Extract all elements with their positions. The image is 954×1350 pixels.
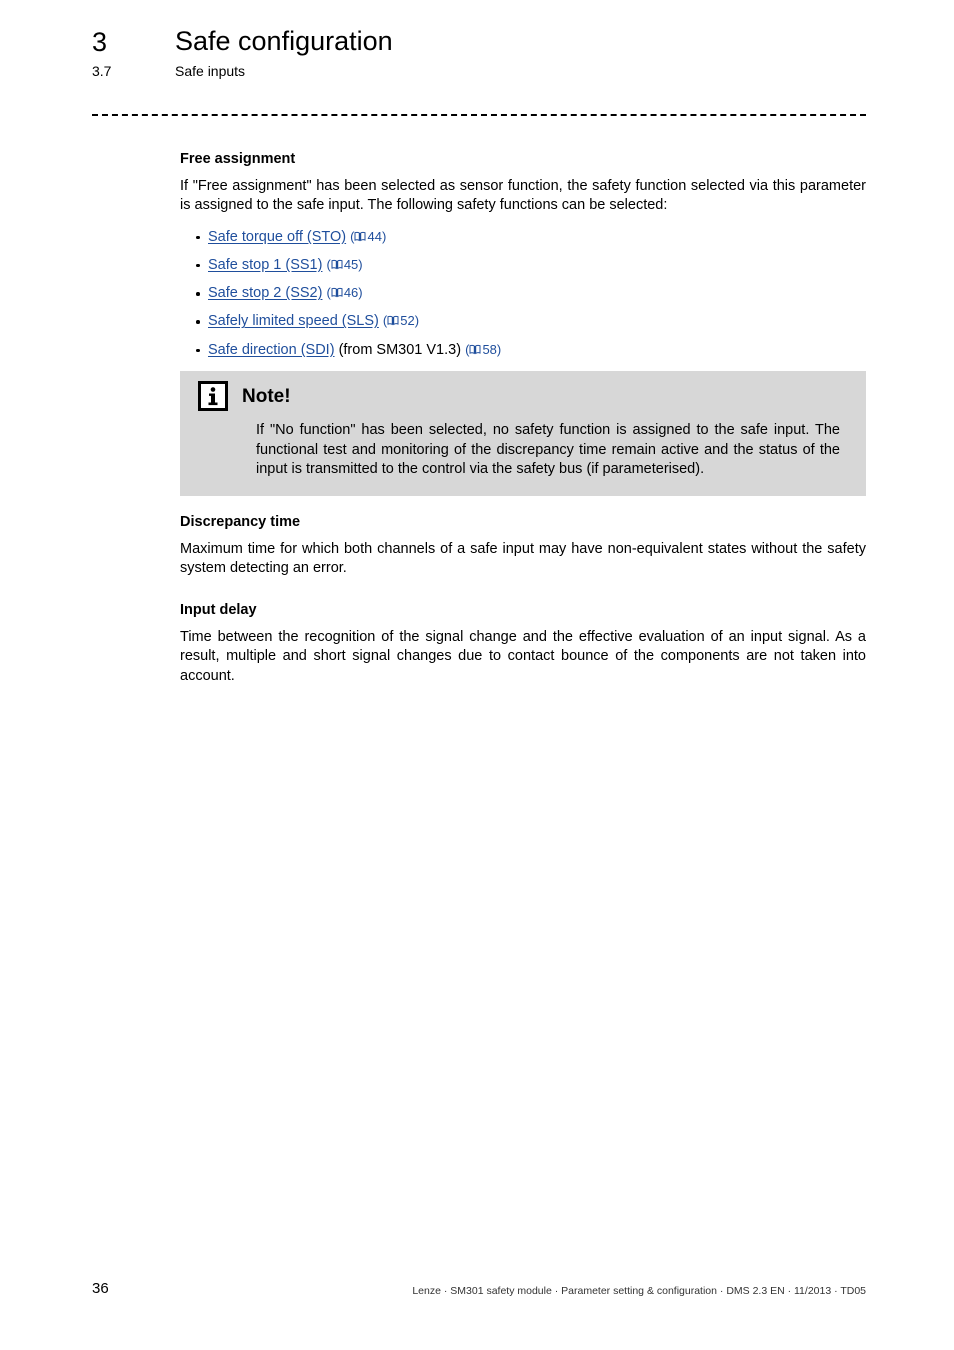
note-title: Note! bbox=[242, 385, 291, 407]
chapter-number: 3 bbox=[92, 27, 108, 57]
book-icon bbox=[387, 314, 399, 330]
section-number: 3.7 bbox=[92, 63, 112, 79]
page-reference-number: 45 bbox=[343, 256, 359, 272]
book-icon bbox=[331, 258, 343, 274]
page-reference-number: 52 bbox=[400, 313, 415, 329]
book-icon bbox=[331, 286, 343, 302]
section-input-delay: Input delay Time between the recognition… bbox=[180, 601, 866, 688]
link-safely-limited-speed[interactable]: Safely limited speed (SLS) bbox=[208, 313, 379, 329]
list-item: Safe stop 1 (SS1) (45) bbox=[180, 256, 866, 274]
link-safe-stop-2[interactable]: Safe stop 2 (SS2) bbox=[208, 285, 322, 301]
link-safe-torque-off[interactable]: Safe torque off (STO) bbox=[208, 229, 346, 245]
chapter-title: Safe configuration bbox=[175, 26, 393, 56]
discrepancy-time-paragraph: Maximum time for which both channels of … bbox=[180, 541, 866, 577]
header-divider bbox=[92, 114, 866, 116]
note-body: If "No function" has been selected, no s… bbox=[256, 422, 840, 478]
list-item: Safely limited speed (SLS) (52) bbox=[180, 312, 866, 330]
footer-document-info: Lenze · SM301 safety module · Parameter … bbox=[412, 1285, 866, 1297]
section-title: Safe inputs bbox=[175, 63, 246, 79]
page-reference-number: 44 bbox=[367, 228, 382, 244]
free-assignment-heading: Free assignment bbox=[180, 151, 296, 167]
page-reference-number: 58 bbox=[482, 341, 497, 357]
list-item: Safe torque off (STO) (44) bbox=[180, 228, 866, 246]
input-delay-paragraph: Time between the recognition of the sign… bbox=[180, 629, 866, 684]
document-page: 3 Safe configuration 3.7 Safe inputs Fre… bbox=[0, 0, 954, 1350]
page-reference-number: 46 bbox=[343, 285, 359, 301]
safety-function-list: Safe torque off (STO) (44) Safe stop 1 (… bbox=[180, 228, 866, 359]
info-icon bbox=[198, 381, 228, 411]
free-assignment-paragraph: If "Free assignment" has been selected a… bbox=[180, 178, 866, 214]
page-reference[interactable]: (46) bbox=[326, 285, 362, 300]
list-item: Safe stop 2 (SS2) (46) bbox=[180, 284, 866, 302]
book-icon bbox=[354, 230, 366, 246]
section-discrepancy-time: Discrepancy time Maximum time for which … bbox=[180, 513, 866, 581]
note-header: Note! bbox=[198, 381, 844, 411]
link-safe-stop-1[interactable]: Safe stop 1 (SS1) bbox=[208, 257, 322, 273]
discrepancy-time-heading: Discrepancy time bbox=[180, 514, 301, 530]
footer-page-number: 36 bbox=[92, 1280, 109, 1297]
section-free-assignment: Free assignment If "Free assignment" has… bbox=[180, 150, 866, 369]
page-reference[interactable]: (44) bbox=[350, 229, 386, 244]
page-reference[interactable]: (52) bbox=[383, 313, 419, 328]
book-icon bbox=[469, 343, 481, 359]
input-delay-heading: Input delay bbox=[180, 602, 257, 618]
page-reference[interactable]: (45) bbox=[326, 257, 362, 272]
list-item: Safe direction (SDI) (from SM301 V1.3) (… bbox=[180, 341, 866, 359]
page-reference[interactable]: (58) bbox=[465, 342, 501, 357]
link-safe-direction[interactable]: Safe direction (SDI) bbox=[208, 342, 335, 358]
note-callout: Note! If "No function" has been selected… bbox=[180, 371, 866, 496]
list-item-suffix: (from SM301 V1.3) bbox=[338, 341, 462, 358]
